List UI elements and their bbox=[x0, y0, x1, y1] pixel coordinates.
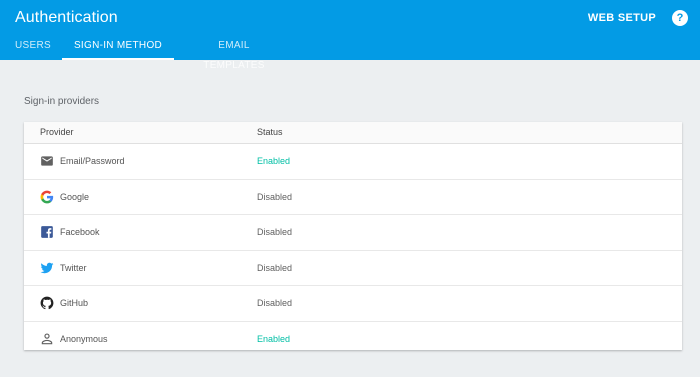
table-row[interactable]: Anonymous Enabled bbox=[24, 322, 682, 357]
app-header: Authentication WEB SETUP ? USERS SIGN-IN… bbox=[0, 0, 700, 71]
section-title: Sign-in providers bbox=[24, 96, 100, 107]
table-header: Provider Status bbox=[24, 122, 682, 144]
facebook-icon bbox=[40, 225, 54, 239]
status-label: Disabled bbox=[257, 191, 293, 202]
github-icon bbox=[40, 296, 54, 310]
tab-email-templates[interactable]: EMAIL TEMPLATES bbox=[191, 36, 277, 71]
column-header-status: Status bbox=[257, 127, 283, 137]
web-setup-button[interactable]: WEB SETUP bbox=[588, 12, 656, 24]
tab-sign-in-method[interactable]: SIGN-IN METHOD bbox=[62, 36, 174, 60]
providers-table: Provider Status Email/Password Enabled G… bbox=[24, 122, 682, 350]
status-label: Disabled bbox=[257, 262, 293, 273]
provider-name: Anonymous bbox=[60, 333, 108, 344]
provider-name: GitHub bbox=[60, 298, 89, 308]
table-row[interactable]: Facebook Disabled bbox=[24, 215, 682, 251]
google-icon bbox=[40, 190, 54, 204]
provider-name: Twitter bbox=[60, 262, 87, 273]
column-header-provider: Provider bbox=[40, 127, 74, 137]
provider-name: Google bbox=[60, 191, 90, 202]
help-icon[interactable]: ? bbox=[672, 10, 688, 26]
status-label: Enabled bbox=[257, 333, 291, 344]
table-row[interactable]: Twitter Disabled bbox=[24, 251, 682, 286]
mail-icon bbox=[40, 154, 54, 168]
table-row[interactable]: Email/Password Enabled bbox=[24, 144, 682, 180]
status-label: Disabled bbox=[257, 227, 293, 237]
twitter-icon bbox=[40, 261, 54, 275]
status-label: Enabled bbox=[257, 156, 291, 166]
status-label: Disabled bbox=[257, 298, 293, 308]
provider-name: Email/Password bbox=[60, 156, 125, 166]
page-title: Authentication bbox=[15, 9, 118, 26]
provider-name: Facebook bbox=[60, 227, 100, 237]
table-row[interactable]: Google Disabled bbox=[24, 180, 682, 215]
table-row[interactable]: GitHub Disabled bbox=[24, 286, 682, 322]
anonymous-user-icon bbox=[40, 332, 54, 346]
tab-users[interactable]: USERS bbox=[15, 36, 51, 60]
